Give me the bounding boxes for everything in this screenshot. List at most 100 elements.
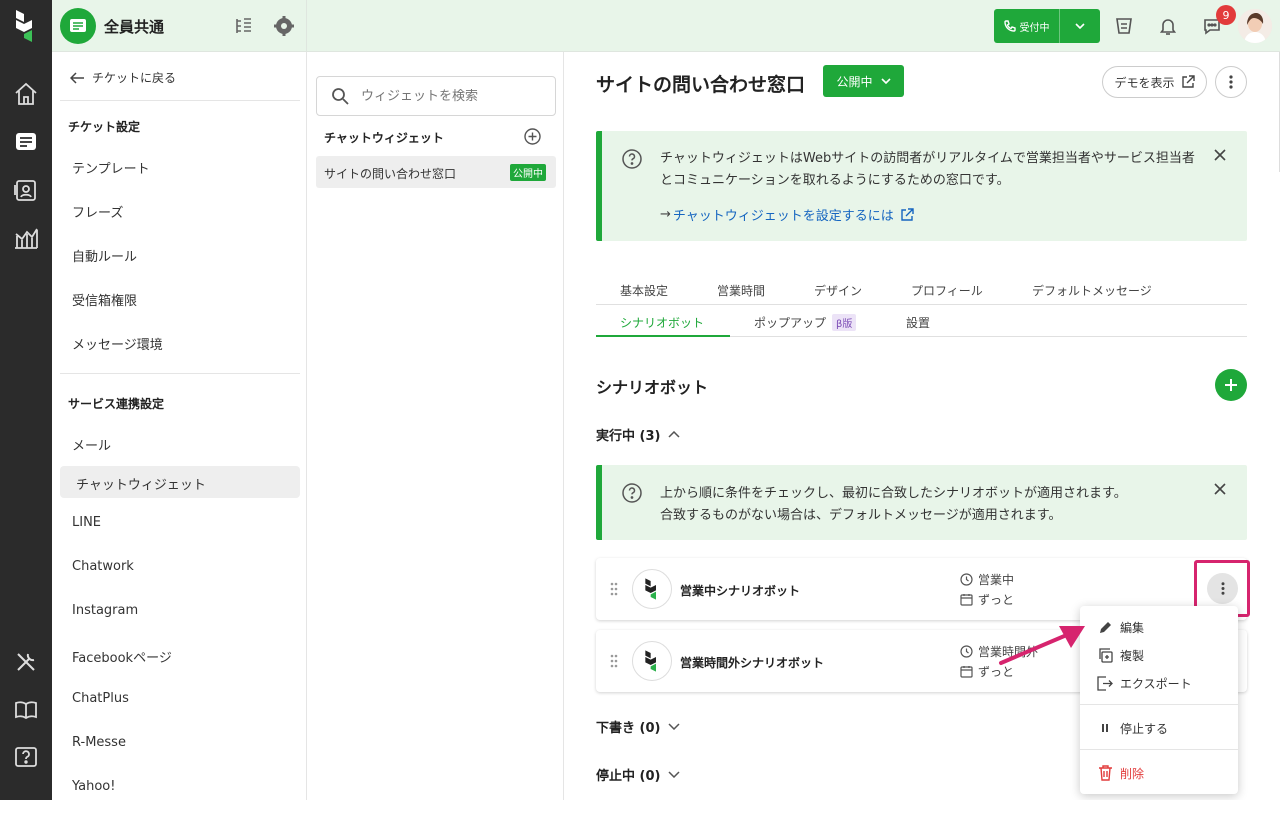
user-avatar[interactable] [1238,9,1272,43]
widget-search-input[interactable] [361,88,541,104]
drag-handle-icon[interactable] [610,582,618,596]
menu-divider [1080,749,1238,750]
vertical-dots-icon [1221,582,1225,595]
pencil-icon [1096,620,1114,635]
guide-book-icon[interactable] [12,696,40,724]
announcement-icon[interactable] [1114,16,1134,36]
info-banner: チャットウィジェットはWebサイトの訪問者がリアルタイムで営業担当者やサービス担… [596,131,1247,241]
tab-installation[interactable]: 設置 [906,314,930,331]
sidebar-item-chatplus[interactable]: ChatPlus [72,691,129,706]
plus-icon [1224,378,1238,392]
menu-item-duplicate[interactable]: 複製 [1096,644,1144,666]
sidebar-item-chat-widget[interactable]: チャットウィジェット [60,466,300,498]
arrow-right-icon: → [660,207,671,222]
arrow-left-icon [70,71,84,84]
page-title: サイトの問い合わせ窓口 [596,74,806,96]
scenario-info-line2: 合致するものがない場合は、デフォルトメッセージが適用されます。 [660,508,1062,523]
sidebar-item-instagram[interactable]: Instagram [72,603,138,618]
divider [60,100,300,101]
tab-business-hours[interactable]: 営業時間 [717,282,765,299]
home-icon[interactable] [12,80,40,108]
page-bottom [0,800,1280,814]
availability-status-button[interactable]: 受付中 [994,9,1100,43]
bot-period-label: ずっと [978,593,1015,607]
back-to-tickets-link[interactable]: チケットに戻る [70,69,176,86]
beta-badge: β版 [832,314,857,331]
app-logo[interactable] [14,8,38,44]
service-integration-heading: サービス連携設定 [68,397,165,411]
inbox-avatar-icon[interactable] [60,8,96,44]
chevron-down-icon[interactable] [1060,9,1100,43]
tab-design[interactable]: デザイン [814,282,862,299]
bell-icon[interactable] [1158,16,1178,36]
info-banner-text: チャットウィジェットはWebサイトの訪問者がリアルタイムで営業担当者やサービス担… [660,151,1195,188]
show-demo-button[interactable]: デモを表示 [1102,66,1207,98]
tab-default-message[interactable]: デフォルトメッセージ [1032,282,1152,299]
sidebar-item-chatwork[interactable]: Chatwork [72,559,134,574]
menu-item-label: 編集 [1120,620,1145,635]
bot-name: 営業時間外シナリオボット [680,656,825,670]
annotation-arrow [999,626,1085,665]
drafts-group-toggle[interactable]: 下書き (0) [596,717,680,736]
sidebar-item-facebook[interactable]: Facebookページ [72,647,172,666]
sidebar-item-line[interactable]: LINE [72,515,101,530]
calendar-icon [960,665,973,678]
bot-avatar-icon [632,569,672,609]
menu-item-export[interactable]: エクスポート [1096,672,1192,694]
reports-icon[interactable] [12,224,40,252]
close-icon[interactable] [1214,149,1226,161]
show-demo-label: デモを表示 [1114,75,1175,90]
more-options-button[interactable] [1215,66,1247,98]
widget-search-box[interactable] [316,76,556,116]
widget-list-panel: チャットウィジェット サイトの問い合わせ窓口 公開中 [308,52,564,800]
publish-status-label: 公開中 [836,74,873,89]
settings-gear-icon[interactable] [274,16,294,36]
help-link-label: チャットウィジェットを設定するには [672,209,894,224]
running-group-toggle[interactable]: 実行中 (3) [596,425,680,444]
menu-item-label: 複製 [1120,648,1145,663]
tools-icon[interactable] [12,648,40,676]
ticket-settings-heading: チケット設定 [68,120,141,134]
tab-profile[interactable]: プロフィール [911,282,983,299]
menu-item-label: エクスポート [1120,676,1192,691]
menu-item-delete[interactable]: 削除 [1096,762,1144,784]
sidebar-item-phrases[interactable]: フレーズ [72,202,123,221]
sidebar-item-label: チャットウィジェット [76,478,206,493]
sidebar-item-rmesse[interactable]: R-Messe [72,735,126,750]
sidebar-item-yahoo[interactable]: Yahoo! [72,779,115,794]
phone-icon [1003,20,1016,32]
close-icon[interactable] [1214,483,1226,495]
filter-list-icon[interactable] [234,16,254,36]
bot-hours-label: 営業中 [978,573,1015,587]
bot-hours-condition: 営業中 [960,571,1014,588]
notification-count-badge: 9 [1216,5,1236,25]
trash-icon [1096,765,1114,781]
menu-item-edit[interactable]: 編集 [1096,616,1144,638]
widget-item-name: サイトの問い合わせ窓口 [324,167,457,181]
sidebar-item-message-env[interactable]: メッセージ環境 [72,334,163,353]
tab-basic-settings[interactable]: 基本設定 [620,282,668,299]
add-widget-plus-icon[interactable] [524,128,541,145]
external-link-icon [900,207,914,222]
publish-status-dropdown[interactable]: 公開中 [823,65,904,97]
drag-handle-icon[interactable] [610,654,618,668]
sidebar-item-inbox-permissions[interactable]: 受信箱権限 [72,290,137,309]
sidebar-item-auto-rules[interactable]: 自動ルール [72,246,137,265]
workspace-title[interactable]: 全員共通 [104,16,164,37]
bot-more-options-button[interactable] [1207,573,1238,604]
clock-icon [960,645,973,658]
tickets-icon[interactable] [12,128,40,156]
sidebar-item-email[interactable]: メール [72,435,111,454]
tab-scenario-bot[interactable]: シナリオボット [620,314,704,331]
section-title: シナリオボット [596,378,709,397]
export-icon [1096,675,1114,691]
sidebar-item-templates[interactable]: テンプレート [72,158,150,177]
stopped-group-toggle[interactable]: 停止中 (0) [596,765,680,784]
help-icon[interactable] [12,744,40,772]
add-scenario-bot-button[interactable] [1215,369,1247,401]
widget-setup-help-link[interactable]: → チャットウィジェットを設定するには [660,205,914,224]
tab-popup[interactable]: ポップアップ [754,314,826,331]
menu-item-stop[interactable]: 停止する [1096,717,1168,739]
contacts-icon[interactable] [12,176,40,204]
widget-list-item[interactable]: サイトの問い合わせ窓口 公開中 [316,156,556,188]
